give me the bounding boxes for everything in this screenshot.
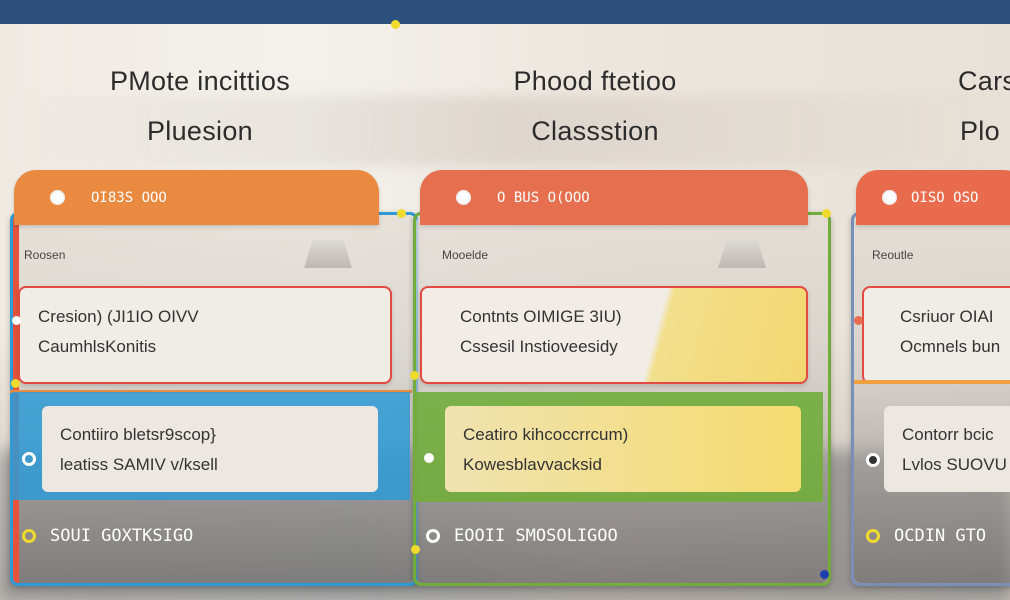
section-label-1: Roosen [24,248,66,262]
column-title-line2: Classstion [531,116,659,146]
tab-dot-icon [456,190,471,205]
edge-dot [12,316,21,325]
info-line: Ceatiro kihcoccrrcum) [463,425,629,444]
footer-ring-icon [866,529,880,543]
tab-label: OI83S OOO [91,189,167,206]
info-line: Cresion) (JI1IO OIVV [38,307,199,326]
column-title-line2: Pluesion [147,116,253,146]
info-line: Contiiro bletsr9scop} [60,425,216,444]
card-tab-3[interactable]: OISO OSO [856,170,1010,225]
tab-label: O BUS O(OOO [497,189,590,206]
column-title-line1: Cars [958,66,1010,96]
footer-label: EOOII SMOSOLIGOO [454,526,618,546]
top-dot-marker [391,20,400,29]
tab-dot-icon [882,190,897,205]
info-card-3a[interactable]: Csriuor OIAI Ocmnels bun [862,286,1010,384]
info-line: leatiss SAMIV v/ksell [60,455,218,474]
card-footer-2[interactable]: EOOII SMOSOLIGOO [426,526,618,546]
footer-label: SOUI GOXTKSIGO [50,526,194,546]
card-footer-3[interactable]: OCDIN GTO [866,526,986,546]
column-title-line2: Plo [960,116,1000,146]
info-line: CaumhlsKonitis [38,337,157,356]
info-line: Contorr bcic [902,425,994,444]
edge-dot [11,379,20,388]
edge-dot [822,209,831,218]
divider [854,380,1010,384]
card-tab-2[interactable]: O BUS O(OOO [420,170,808,225]
info-card-3b[interactable]: Contorr bcic Lvlos SUOVU [884,406,1010,492]
card-footer-1[interactable]: SOUI GOXTKSIGO [22,526,193,546]
info-card-1a[interactable]: Cresion) (JI1IO OIVV CaumhlsKonitis [18,286,392,384]
info-line: Kowesblavvacksid [463,455,602,474]
card-tab-1[interactable]: OI83S OOO [14,170,379,225]
tab-label: OISO OSO [911,189,979,206]
radio-icon[interactable] [866,453,880,467]
corner-dot [820,570,829,579]
footer-ring-icon [426,529,440,543]
column-title-1: PMote incittios Pluesion [20,56,380,156]
info-card-1b[interactable]: Contiiro bletsr9scop} leatiss SAMIV v/ks… [42,406,378,492]
info-line: Lvlos SUOVU [902,455,1007,474]
footer-ring-icon [22,529,36,543]
info-card-2b[interactable]: Ceatiro kihcoccrrcum) Kowesblavvacksid [445,406,801,492]
status-dot [424,453,434,463]
edge-dot [411,545,420,554]
edge-dot [410,371,419,380]
radio-icon[interactable] [22,452,36,466]
info-card-2a[interactable]: Contnts OIMIGE 3IU) Cssesil Instioveesid… [420,286,808,384]
footer-label: OCDIN GTO [894,526,987,546]
info-line: Contnts OIMIGE 3IU) [460,307,622,326]
edge-dot [854,316,863,325]
column-title-line1: PMote incittios [109,66,291,96]
top-bar [0,0,1010,24]
section-label-2: Mooelde [442,248,489,262]
tab-dot-icon [50,190,65,205]
column-title-2: Phood ftetioo Classstion [415,56,775,156]
info-line: Csriuor OIAI [900,307,994,326]
column-title-3: Cars Plo [958,56,1010,156]
section-label-3: Reoutle [872,248,914,262]
info-line: Cssesil Instioveesidy [460,337,618,356]
edge-dot [397,209,406,218]
column-title-line1: Phood ftetioo [513,66,677,96]
info-line: Ocmnels bun [900,337,1001,356]
